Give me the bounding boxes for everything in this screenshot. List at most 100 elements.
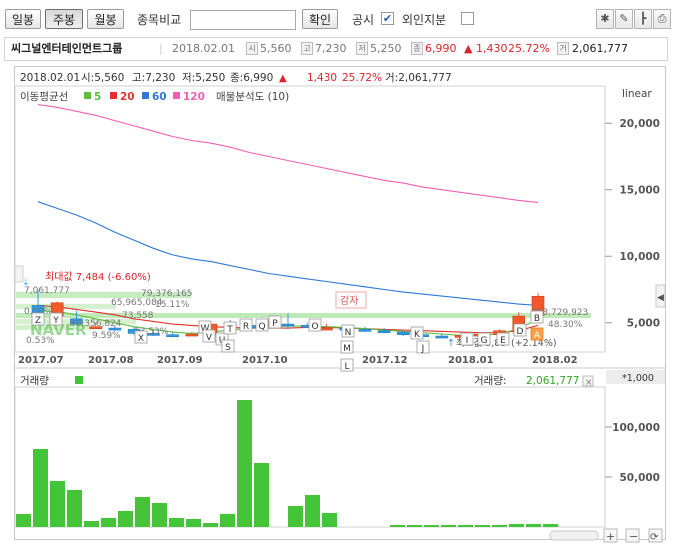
price-plot-area [14, 85, 606, 353]
candle-body [166, 334, 179, 338]
ohlc-close: 종:6,990 [230, 72, 273, 84]
volume-bar [543, 524, 558, 527]
x-tick: 2018.02 [532, 355, 578, 366]
x-tick: 2017.07 [18, 355, 64, 366]
volume-bar [390, 525, 405, 527]
y-tick-label: 50,000 [619, 472, 660, 484]
event-marker-letter: P [272, 319, 278, 329]
ohlc-arrow: ▲ [279, 73, 287, 84]
volume-y-axis: 50,000 100,000 [605, 422, 660, 484]
plus-icon: + [606, 530, 615, 543]
volume-bar [526, 524, 541, 527]
capital-reduction-label: 감자 [340, 295, 358, 307]
candle-body [397, 331, 410, 336]
volume-bar [237, 400, 252, 527]
ohlc-open: 시:5,560 [81, 72, 124, 84]
volume-bar [135, 497, 150, 527]
candle-body [320, 327, 333, 331]
price-y-axis: 5,000 10,000 15,000 20,000 [619, 118, 660, 330]
volume-bar [169, 518, 184, 527]
price-gridlines [605, 122, 612, 324]
left-scroll-handle[interactable] [14, 265, 24, 283]
volume-bar [407, 525, 422, 527]
min-arrow-icon: ↑ [447, 338, 455, 349]
event-marker-letter: G [481, 336, 488, 346]
ohlc-pct: 25.72% [342, 72, 382, 84]
stock-chart-svg[interactable]: 2018.02.01 시:5,560 고:7,230 저:5,250 종:6,9… [0, 0, 673, 544]
event-marker-letter: M [343, 344, 351, 354]
volume-bar [492, 525, 507, 527]
ohlc-date: 2018.02.01 [20, 72, 80, 84]
ma60-label: 60 [152, 91, 167, 103]
volume-title: 거래량 [20, 375, 49, 387]
volume-bar [322, 513, 337, 527]
candle-body [377, 330, 391, 334]
volume-bar [305, 495, 320, 527]
vp-value-3: 73,558 [122, 311, 154, 321]
volume-unit: *1,000 [622, 373, 654, 384]
event-marker-letter: T [226, 325, 233, 335]
event-marker-letter: Q [258, 322, 265, 332]
event-marker-letter: L [344, 362, 349, 372]
volume-bar [475, 525, 490, 527]
x-axis: 2017.07 2017.08 2017.09 2017.10 2017.12 … [18, 355, 578, 366]
refresh-icon: ⟳ [650, 532, 659, 543]
y-tick-label: 15,000 [619, 185, 660, 197]
volume-bar [220, 514, 235, 527]
close-icon: × [585, 378, 593, 388]
x-tick: 2018.01 [448, 355, 494, 366]
ma120-label: 120 [183, 91, 205, 103]
candle-body [358, 329, 372, 332]
volume-bar [33, 449, 48, 527]
candle-body [185, 333, 199, 337]
vp-value-2: 65,965,084 [111, 298, 163, 308]
chart-scrollbar[interactable] [549, 530, 599, 541]
volume-bar [509, 524, 524, 527]
volume-bar [84, 521, 99, 527]
x-tick: 2017.09 [157, 355, 203, 366]
event-marker-letter: S [225, 343, 231, 353]
event-marker-letter: V [206, 333, 213, 343]
volume-bar [16, 514, 31, 527]
vp-pct-4: 9.59% [92, 331, 121, 341]
ma-legend-title: 이동평균선 [20, 91, 68, 103]
event-marker-letter: A [534, 331, 541, 341]
event-marker-letter: E [500, 336, 506, 346]
x-tick: 2017.10 [242, 355, 288, 366]
volume-bar [458, 525, 473, 527]
max-annotation: 최대값 7,484 (-6.60%) [45, 271, 151, 283]
y-tick-label: 100,000 [612, 422, 660, 434]
volume-value: 2,061,777 [526, 375, 579, 387]
volume-swatch [75, 376, 83, 384]
event-marker-letter: Y [52, 316, 59, 326]
event-marker-letter: B [534, 314, 540, 324]
event-marker-letter: Z [35, 316, 41, 326]
event-marker-letter: R [243, 322, 249, 332]
x-tick: 2017.08 [88, 355, 134, 366]
ohlc-change: 1,430 [307, 72, 337, 84]
x-tick: 2017.12 [362, 355, 408, 366]
ohlc-low: 저:5,250 [182, 72, 225, 84]
scale-type-label[interactable]: linear [622, 88, 652, 100]
ma120-swatch [173, 92, 180, 99]
volume-bar [203, 523, 218, 527]
volume-bar [50, 481, 65, 527]
volume-bar [152, 503, 167, 527]
volume-bar [288, 506, 303, 527]
ma5-swatch [84, 92, 91, 99]
event-marker-letter: X [138, 334, 144, 344]
event-marker-letter: I [466, 336, 469, 346]
event-marker-letter: O [311, 322, 318, 332]
y-tick-label: 20,000 [619, 118, 660, 130]
candle-body [281, 323, 295, 327]
y-tick-label: 5,000 [627, 318, 660, 330]
vp-bar-largest [16, 313, 591, 318]
ma20-swatch [110, 92, 117, 99]
event-marker-letter: D [517, 327, 524, 337]
minus-icon: − [629, 530, 638, 543]
ohlc-high: 고:7,230 [132, 72, 175, 84]
ma60-swatch [142, 92, 149, 99]
volume-bar [118, 511, 133, 527]
event-marker-letter: N [345, 328, 352, 338]
volume-bar [186, 519, 201, 527]
